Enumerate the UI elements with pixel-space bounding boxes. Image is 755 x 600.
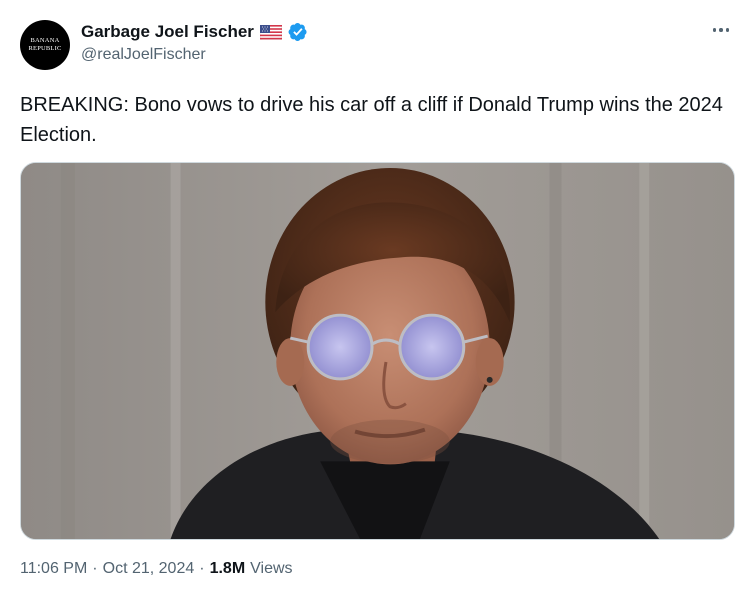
tweet-meta: 11:06 PM · Oct 21, 2024 · 1.8M Views: [20, 560, 293, 578]
more-dot: [719, 28, 723, 32]
meta-separator: ·: [92, 560, 98, 577]
verified-badge-icon[interactable]: [288, 22, 308, 42]
tweet-text: BREAKING: Bono vows to drive his car off…: [20, 94, 723, 146]
views-label: Views: [250, 560, 293, 577]
more-dot: [725, 28, 730, 32]
tweet-time[interactable]: 11:06 PM: [20, 560, 87, 578]
photo-illustration: [21, 163, 734, 539]
tweet-photo[interactable]: [20, 162, 735, 540]
avatar-text-line-2: REPUBLIC: [28, 45, 62, 52]
more-dot: [712, 28, 717, 32]
meta-separator: ·: [199, 560, 205, 577]
views-count: 1.8M: [209, 560, 246, 577]
author-name-row: Garbage Joel Fischer: [81, 20, 308, 44]
tweet-date[interactable]: Oct 21, 2024: [103, 560, 195, 578]
more-icon[interactable]: [709, 18, 733, 42]
avatar[interactable]: BANANA REPUBLIC: [20, 20, 70, 70]
us-flag-icon: [259, 24, 283, 40]
display-name[interactable]: Garbage Joel Fischer: [81, 22, 254, 42]
avatar-text-line-1: BANANA: [30, 37, 60, 44]
tweet-card: BANANA REPUBLIC Garbage Joel Fischer @re…: [0, 0, 755, 600]
author-handle[interactable]: @realJoelFischer: [81, 46, 206, 64]
